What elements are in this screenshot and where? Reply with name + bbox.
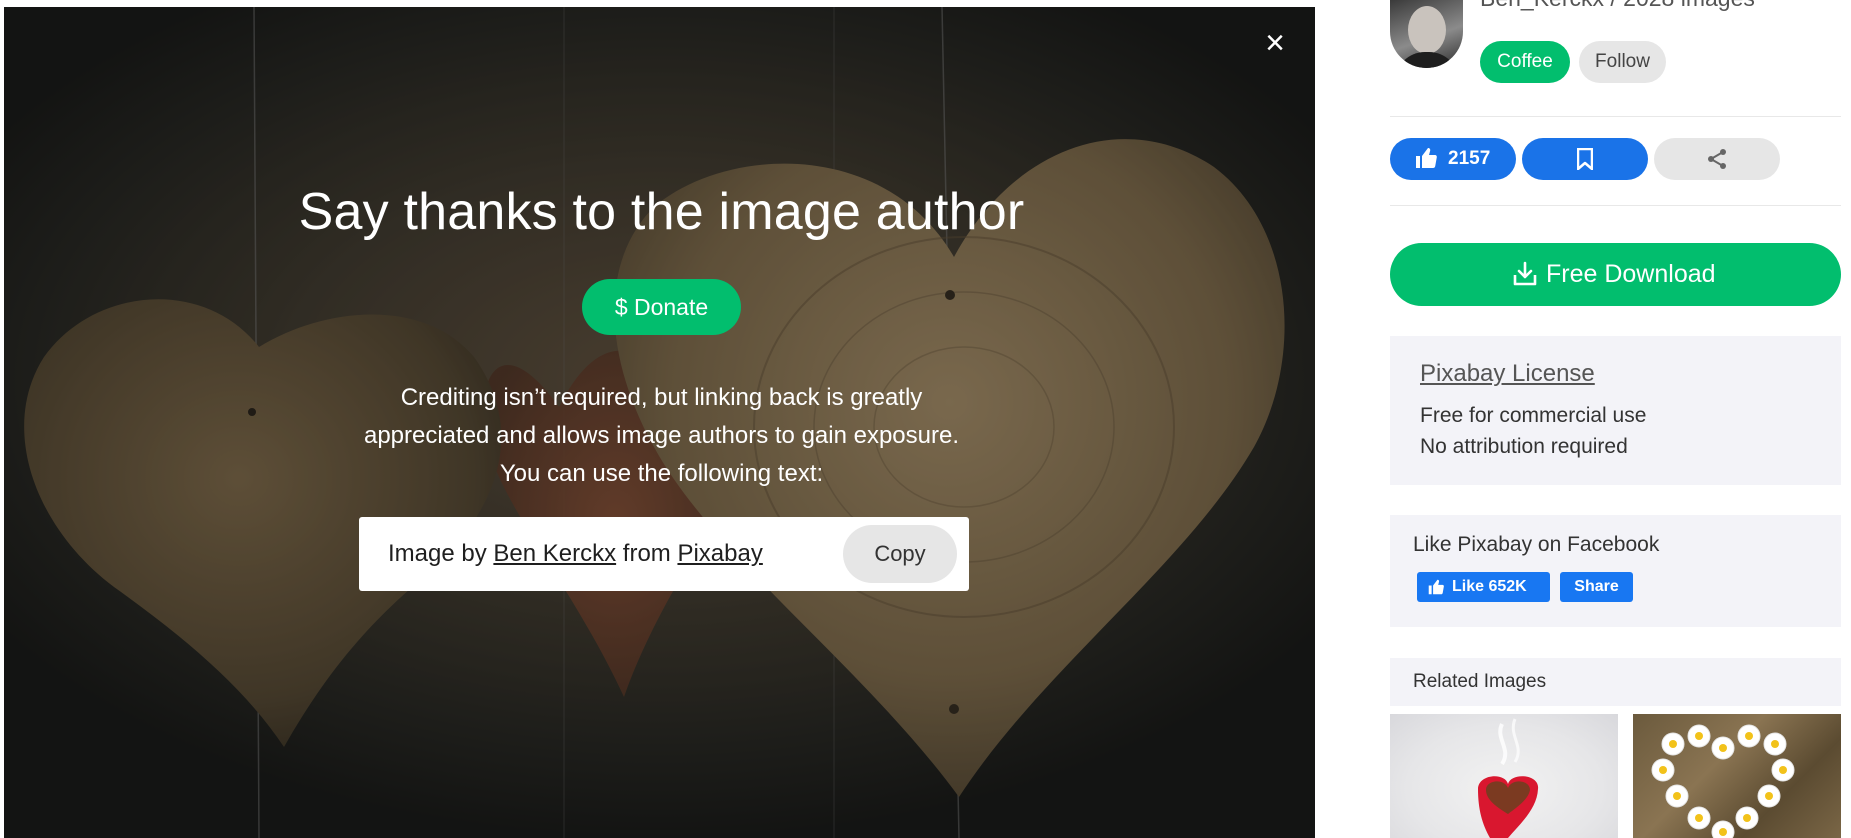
coffee-button[interactable]: Coffee <box>1480 41 1570 83</box>
thumbs-up-icon <box>1416 148 1437 168</box>
bookmark-button[interactable] <box>1522 138 1648 180</box>
donate-button[interactable]: $ Donate <box>581 279 742 335</box>
share-button[interactable] <box>1654 138 1780 180</box>
author-avatar[interactable] <box>1390 0 1463 68</box>
facebook-title: Like Pixabay on Facebook <box>1413 533 1660 556</box>
description-line: You can use the following text: <box>499 460 824 487</box>
license-panel: Pixabay License Free for commercial use … <box>1390 336 1841 485</box>
facebook-like-label: Like 652K <box>1452 578 1527 595</box>
facebook-like-button[interactable]: Like 652K <box>1417 572 1550 602</box>
facebook-share-button[interactable]: Share <box>1560 572 1633 602</box>
license-line: No attribution required <box>1420 435 1628 458</box>
avatar-face <box>1408 6 1446 54</box>
related-image-thumbnail[interactable] <box>1390 714 1618 838</box>
coffee-cup-heart-image <box>1478 718 1539 838</box>
author-link[interactable]: Ben Kerckx <box>493 540 616 567</box>
modal-description: Crediting isn’t required, but linking ba… <box>289 379 1034 493</box>
bookmark-icon <box>1577 148 1593 170</box>
description-line: appreciated and allows image authors to … <box>363 422 960 449</box>
free-download-button[interactable]: Free Download <box>1390 243 1841 306</box>
related-image-thumbnail[interactable] <box>1633 714 1841 838</box>
close-icon[interactable]: × <box>1257 25 1293 61</box>
download-label: Free Download <box>1546 260 1716 288</box>
author-name[interactable]: Ben_Kerckx / 2028 images <box>1480 0 1755 12</box>
share-icon <box>1708 149 1726 169</box>
follow-button[interactable]: Follow <box>1579 41 1666 83</box>
pixabay-license-link[interactable]: Pixabay License <box>1420 360 1595 388</box>
avatar-shirt <box>1395 52 1459 68</box>
copy-button[interactable]: Copy <box>843 525 957 583</box>
divider <box>1390 116 1841 117</box>
facebook-panel: Like Pixabay on Facebook Like 652K Share <box>1390 515 1841 627</box>
download-icon <box>1513 261 1537 286</box>
pixabay-link[interactable]: Pixabay <box>677 540 762 567</box>
facebook-thumb-icon <box>1428 579 1444 595</box>
related-images-header: Related Images <box>1390 658 1841 706</box>
credit-prefix: Image by <box>388 540 494 567</box>
modal-title: Say thanks to the image author <box>298 183 1025 241</box>
say-thanks-modal: Say thanks to the image author $ Donate … <box>289 177 1034 493</box>
like-button[interactable]: 2157 <box>1390 138 1516 180</box>
credit-middle: from <box>616 540 678 567</box>
description-line: Crediting isn’t required, but linking ba… <box>400 384 923 411</box>
main-image: × Say thanks to the image author $ Donat… <box>4 7 1315 838</box>
like-count: 2157 <box>1448 148 1491 169</box>
divider <box>1390 205 1841 206</box>
attribution-text: Image by Ben Kerckx from Pixabay <box>388 517 763 591</box>
daisy-heart-image <box>1651 724 1795 838</box>
license-line: Free for commercial use <box>1420 404 1647 427</box>
related-images-title: Related Images <box>1413 671 1547 692</box>
attribution-box: Image by Ben Kerckx from Pixabay Copy <box>359 517 969 591</box>
